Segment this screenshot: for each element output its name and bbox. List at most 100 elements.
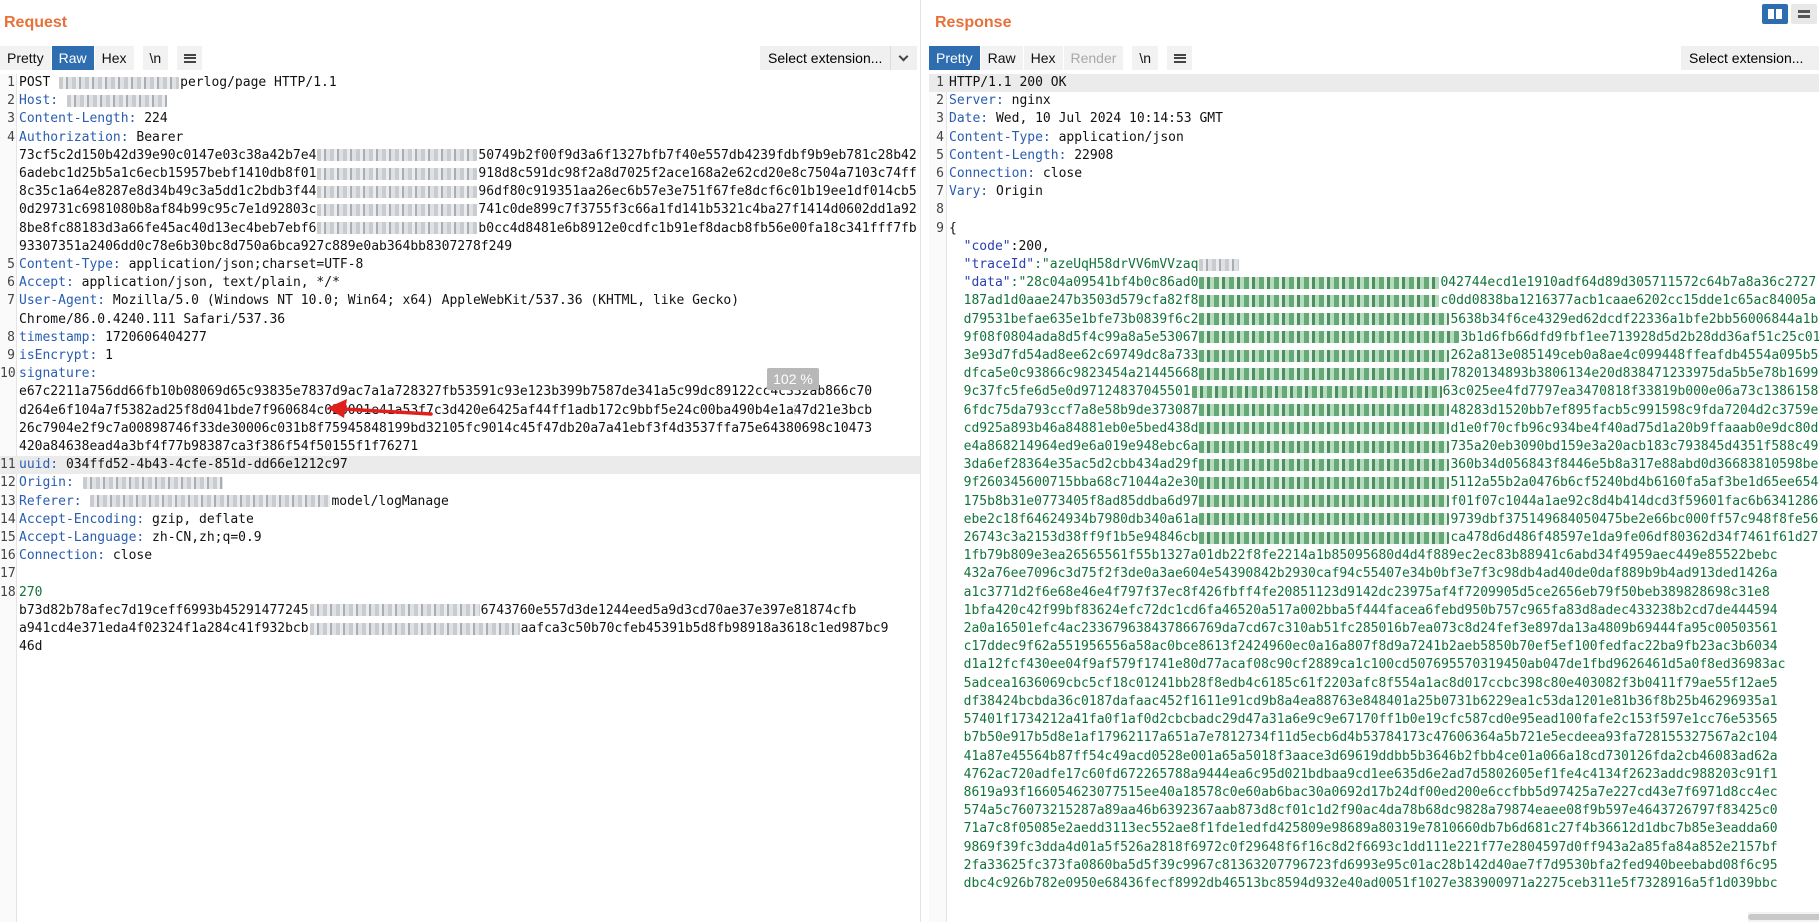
response-menu-button[interactable] — [1167, 46, 1194, 70]
code-line-continuation[interactable]: 1fb79b809e3ea26565561f55b1327a01db22f8fe… — [929, 547, 1819, 565]
code-line-continuation[interactable]: a941cd4e371eda4f02324f1a284c41f932bcb aaf… — [0, 620, 920, 638]
code-line[interactable]: 17 — [0, 565, 920, 583]
code-line[interactable]: 9 isEncrypt: 1 — [0, 347, 920, 365]
request-tab-pretty[interactable]: Pretty — [0, 46, 52, 70]
response-tab-raw[interactable]: Raw — [980, 46, 1024, 70]
code-line-continuation[interactable]: 73cf5c2d150b42d39e90c0147e03c38a42b7e4 50… — [0, 147, 920, 165]
code-line[interactable]: 7 User-Agent: Mozilla/5.0 (Windows NT 10.… — [0, 292, 920, 310]
text-value: 50749b2f00f9d3a6f1327bfb7f40e557db4239fd… — [478, 147, 917, 163]
code-line[interactable]: 2 Host: — [0, 92, 920, 110]
line-number: 5 — [936, 147, 944, 163]
code-line-continuation[interactable]: b7b50e917b5d8e1af17962117a651a7e7812734f… — [929, 729, 1819, 747]
code-line-continuation[interactable]: 4762ac720adfe17c60fd672265788a9444ea6c95… — [929, 766, 1819, 784]
code-line[interactable]: 5 Content-Type: application/json;charset=… — [0, 256, 920, 274]
code-line[interactable]: 14 Accept-Encoding: gzip, deflate — [0, 511, 920, 529]
hamburger-menu-icon — [183, 53, 196, 63]
code-line-continuation[interactable]: 6fdc75da793ccf7a8e58b9de373087 48283d1520… — [929, 402, 1819, 420]
code-line[interactable]: 18 270 — [0, 584, 920, 602]
code-line-continuation[interactable]: "traceId":"azeUqH58drVV6mVVzaq — [929, 256, 1819, 274]
response-tab-hex[interactable]: Hex — [1023, 46, 1064, 70]
split-rows-button[interactable] — [1791, 4, 1817, 24]
request-tab-hex[interactable]: Hex — [94, 46, 135, 70]
code-line[interactable]: 4 Authorization: Bearer — [0, 129, 920, 147]
code-line[interactable]: 4 Content-Type: application/json — [929, 129, 1819, 147]
code-line-continuation[interactable]: 71a7c8f05085e2aedd3113ec552ae8f1fde1edfd… — [929, 820, 1819, 838]
request-newline-toggle[interactable]: \n — [142, 46, 170, 70]
code-line-continuation[interactable]: Chrome/86.0.4240.111 Safari/537.36 — [0, 311, 920, 329]
code-line-continuation[interactable]: b73d82b78afec7d19ceff6993b45291477245 674… — [0, 602, 920, 620]
code-line-continuation[interactable]: 175b8b31e0773405f8ad85ddba6d97 f01f07c104… — [929, 493, 1819, 511]
code-line-continuation[interactable]: 26c7904e2f9c7a00898746f33de30006c031b8f7… — [0, 420, 920, 438]
code-line-continuation[interactable]: a1c3771d2f6e68e46e4f797f37ec8f426fbff4fe… — [929, 584, 1819, 602]
code-line[interactable]: 1 HTTP/1.1 200 OK — [929, 74, 1819, 93]
code-line[interactable]: 9{ — [929, 220, 1819, 238]
code-line-continuation[interactable]: dfca5e0c93866c9823454a21445668 7820134893… — [929, 365, 1819, 383]
code-line[interactable]: 6 Connection: close — [929, 165, 1819, 183]
code-line-continuation[interactable]: 26743c3a2153d38ff9f1b5e94846cb ca478d6d48… — [929, 529, 1819, 547]
request-title: Request — [4, 14, 68, 31]
code-line-continuation[interactable]: c17ddec9f62a551956556a58ac0bce8613f24249… — [929, 638, 1819, 656]
code-line[interactable]: 8 — [929, 201, 1819, 219]
code-line[interactable]: 5 Content-Length: 22908 — [929, 147, 1819, 165]
code-line-continuation[interactable]: 57401f1734212a41fa0f1af0d2cbcbadc29d47a3… — [929, 711, 1819, 729]
code-line-continuation[interactable]: 9f260345600715bba68c71044a2e30 5112a55b2a… — [929, 474, 1819, 492]
code-line-continuation[interactable]: 8619a93f166054623077515ee40a18578c0e60ab… — [929, 784, 1819, 802]
code-line-continuation[interactable]: 3da6ef28364e35ac5d2cbb434ad29f 360b34d056… — [929, 456, 1819, 474]
code-line-continuation[interactable]: 187ad1d0aae247b3503d579cfa82f8 c0dd0838ba… — [929, 292, 1819, 310]
code-line[interactable]: 7 Vary: Origin — [929, 183, 1819, 201]
more-options-icon[interactable]: · · · — [793, 399, 797, 419]
split-columns-button[interactable] — [1762, 4, 1788, 24]
response-editor[interactable]: 1 HTTP/1.1 200 OK 2 Server: nginx 3 Date: Wed… — [929, 74, 1819, 922]
response-newline-toggle[interactable]: \n — [1132, 46, 1160, 70]
code-line-continuation[interactable]: e4a868214964ed9e6a019e948ebc6a 735a20eb30… — [929, 438, 1819, 456]
code-line-continuation[interactable]: d264e6f104a7f5382ad25f8d041bde7f960684c0… — [0, 402, 920, 420]
text-value — [74, 475, 82, 490]
code-line[interactable]: 16 Connection: close — [0, 547, 920, 565]
code-line[interactable]: 3 Date: Wed, 10 Jul 2024 10:14:53 GMT — [929, 110, 1819, 128]
code-line-continuation[interactable]: dbc4c926b782e0950e68436fecf8992db46513bc… — [929, 875, 1819, 893]
code-line[interactable]: 3 Content-Length: 224 — [0, 110, 920, 128]
code-line-continuation[interactable]: "data":"28c04a09541bf4b0c86ad0 042744ecd1… — [929, 274, 1819, 292]
code-line[interactable]: 13 Referer: model/logManage — [0, 493, 920, 511]
code-line[interactable]: 11 uuid: 034ffd52-4b43-4cfe-851d-dd66e121… — [0, 456, 920, 475]
code-line-continuation[interactable]: 9f08f0804ada8d5f4c99a8a5e53067 3b1d6fb66d… — [929, 329, 1819, 347]
code-line[interactable]: 8 timestamp: 1720606404277 — [0, 329, 920, 347]
code-line-continuation[interactable]: 432a76ee7096c3d75f2f3de0a3ae604e54390842… — [929, 565, 1819, 583]
response-tab-render[interactable]: Render — [1063, 46, 1125, 70]
code-line-continuation[interactable]: d1a12fcf430ee04f9af579f1741e80d77acaf08c… — [929, 656, 1819, 674]
code-line-continuation[interactable]: 1bfa420c42f99bf83624efc72dc1cd6fa46520a5… — [929, 602, 1819, 620]
code-line-continuation[interactable]: 46d — [0, 638, 920, 656]
code-line-continuation[interactable]: 2a0a16501efc4ac233679638437866769da7cd67… — [929, 620, 1819, 638]
code-line[interactable]: 12 Origin: — [0, 474, 920, 492]
code-line-continuation[interactable]: 3e93d7fd54ad8ee62c69749dc8a733 262a813e08… — [929, 347, 1819, 365]
horizontal-scrollbar[interactable] — [1748, 912, 1819, 922]
code-line[interactable]: 2 Server: nginx — [929, 92, 1819, 110]
code-line-continuation[interactable]: 6adebc1d25b5a1c6ecb15957bebf1410db8f01 91… — [0, 165, 920, 183]
code-line-continuation[interactable]: 93307351a2406dd0c78e6b30bc8d750a6bca927c… — [0, 238, 920, 256]
request-tab-raw[interactable]: Raw — [51, 46, 95, 70]
code-line-continuation[interactable]: 8be8fc88183d3a66fe45ac40d13ec4beb7ebf6 b0… — [0, 220, 920, 238]
response-tab-pretty[interactable]: Pretty — [929, 46, 981, 70]
code-line-continuation[interactable]: cd925a893b46a84881eb0e5bed438d d1e0f70cfb… — [929, 420, 1819, 438]
code-line-continuation[interactable]: 5adcea1636069cbc5cf18c01241bb28f8edb4c61… — [929, 675, 1819, 693]
code-line-continuation[interactable]: 9c37fc5fe6d5e0d97124837045501 63c025ee4fd… — [929, 383, 1819, 401]
request-editor[interactable]: 1 POST perlog/page HTTP/1.1 2 Host: 3 Conten… — [0, 74, 920, 922]
code-line-continuation[interactable]: 9869f39fc3dda4d01a5f526a2818f6972c0f2964… — [929, 839, 1819, 857]
code-line[interactable]: 1 POST perlog/page HTTP/1.1 — [0, 74, 920, 92]
code-line-continuation[interactable]: d79531befae635e1bfe73b0839f6c2 5638b34f6c… — [929, 311, 1819, 329]
code-line-continuation[interactable]: 2fa33625fc373fa0860ba5d5f39c9967c8136320… — [929, 857, 1819, 875]
response-extension-select[interactable]: Select extension... — [1681, 46, 1819, 70]
code-line-continuation[interactable]: 420a84638ead4a3bf4f77b98387ca3f386f54f50… — [0, 438, 920, 456]
code-line-continuation[interactable]: "code":200, — [929, 238, 1819, 256]
line-number: 4 — [7, 129, 15, 145]
code-line-continuation[interactable]: 8c35c1a64e8287e8d34b49c3a5dd1c2bdb3f44 96… — [0, 183, 920, 201]
code-line-continuation[interactable]: 574a5c76073215287a89aa46b6392367aab873d8… — [929, 802, 1819, 820]
code-line[interactable]: 6 Accept: application/json, text/plain, *… — [0, 274, 920, 292]
code-line-continuation[interactable]: df38424bcbda36c0187dafaac452f1611e91cd9b… — [929, 693, 1819, 711]
code-line-continuation[interactable]: 41a87e45564b87ff54c49acd0528e001a65a5018… — [929, 748, 1819, 766]
code-line-continuation[interactable]: ebe2c18f64624934b7980db340a61a 9739dbf375… — [929, 511, 1819, 529]
request-extension-select[interactable]: Select extension... — [760, 46, 917, 70]
code-line-continuation[interactable]: 0d29731c6981080b8af84b99c95c7e1d92803c 74… — [0, 201, 920, 219]
request-menu-button[interactable] — [177, 46, 204, 70]
code-line[interactable]: 15 Accept-Language: zh-CN,zh;q=0.9 — [0, 529, 920, 547]
